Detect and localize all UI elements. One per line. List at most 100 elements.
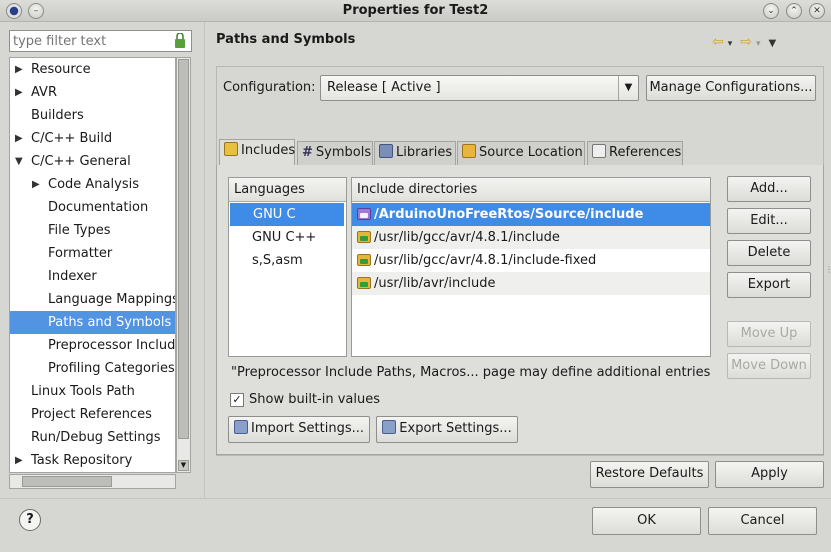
tree-item-label: Code Analysis bbox=[48, 177, 139, 192]
manage-configurations-button[interactable]: Manage Configurations... bbox=[646, 75, 816, 101]
property-nav-panel: ▶ Resource ▶ AVR Builders ▶ C/C++ Build ▼ C/C++ … bbox=[0, 23, 203, 498]
back-arrow-icon[interactable]: ⇦ bbox=[712, 34, 724, 50]
ok-button[interactable]: OK bbox=[592, 507, 701, 535]
add-button[interactable]: Add... bbox=[727, 176, 811, 202]
tree-item[interactable]: ▶ Code Analysis bbox=[10, 173, 175, 196]
tree-vertical-scrollbar[interactable]: ▼ bbox=[176, 57, 191, 473]
divider bbox=[0, 498, 831, 499]
hash-icon: # bbox=[302, 145, 313, 160]
forward-arrow-icon[interactable]: ⇨ bbox=[740, 34, 752, 50]
tree-item[interactable]: Language Mappings bbox=[10, 288, 175, 311]
forward-history-icon[interactable]: ▾ bbox=[756, 39, 761, 49]
window-title: Properties for Test2 bbox=[342, 3, 489, 18]
tree-item[interactable]: Paths and Symbols bbox=[10, 311, 175, 334]
include-path: /usr/lib/gcc/avr/4.8.1/include-fixed bbox=[374, 253, 597, 268]
import-settings-button[interactable]: Import Settings... bbox=[228, 416, 370, 443]
tree-item[interactable]: Project References bbox=[10, 403, 175, 426]
tree-item-label: File Types bbox=[48, 223, 111, 238]
tree-item[interactable]: Run/Debug Settings bbox=[10, 426, 175, 449]
export-button[interactable]: Export bbox=[727, 272, 811, 298]
tree-item-label: Builders bbox=[31, 108, 84, 123]
preprocessor-note: "Preprocessor Include Paths, Macros... p… bbox=[231, 365, 711, 380]
configuration-select[interactable]: Release [ Active ] ▼ bbox=[320, 75, 639, 101]
show-builtin-checkbox[interactable]: ✓ bbox=[230, 393, 244, 407]
collapsed-arrow-icon[interactable]: ▶ bbox=[15, 58, 23, 81]
include-directory-item[interactable]: /usr/lib/avr/include bbox=[352, 272, 710, 295]
tree-item[interactable]: ▶ Task Repository bbox=[10, 449, 175, 472]
include-directories-list[interactable]: Include directories /ArduinoUnoFreeRtos/… bbox=[351, 177, 711, 357]
library-icon bbox=[379, 144, 393, 158]
page-title: Paths and Symbols bbox=[216, 32, 356, 47]
scroll-down-icon[interactable]: ▼ bbox=[178, 460, 189, 471]
include-path: /usr/lib/avr/include bbox=[374, 276, 496, 291]
export-settings-button[interactable]: Export Settings... bbox=[376, 416, 518, 443]
property-tree[interactable]: ▶ Resource ▶ AVR Builders ▶ C/C++ Build ▼ C/C++ … bbox=[9, 57, 176, 473]
apply-button[interactable]: Apply bbox=[715, 461, 824, 488]
include-directory-item[interactable]: /usr/lib/gcc/avr/4.8.1/include bbox=[352, 226, 710, 249]
include-directory-item[interactable]: /ArduinoUnoFreeRtos/Source/include bbox=[352, 203, 710, 226]
view-menu-icon[interactable]: ▼ bbox=[769, 38, 777, 49]
window-maximize-button[interactable]: ⌃ bbox=[786, 3, 802, 19]
include-directory-item[interactable]: /usr/lib/gcc/avr/4.8.1/include-fixed bbox=[352, 249, 710, 272]
languages-list[interactable]: Languages GNU C GNU C++ s,S,asm bbox=[228, 177, 347, 357]
collapsed-arrow-icon[interactable]: ▶ bbox=[32, 173, 40, 196]
scroll-thumb[interactable] bbox=[22, 476, 112, 487]
collapsed-arrow-icon[interactable]: ▶ bbox=[15, 81, 23, 104]
collapsed-arrow-icon[interactable]: ▶ bbox=[15, 449, 23, 472]
tree-item[interactable]: Documentation bbox=[10, 196, 175, 219]
language-item[interactable]: s,S,asm bbox=[229, 249, 346, 272]
collapsed-arrow-icon[interactable]: ▶ bbox=[15, 127, 23, 150]
tree-item[interactable]: Linux Tools Path bbox=[10, 380, 175, 403]
filter-input[interactable] bbox=[10, 31, 170, 51]
tree-item-label: Profiling Categories bbox=[48, 361, 175, 376]
move-down-button[interactable]: Move Down bbox=[727, 353, 811, 379]
language-item[interactable]: GNU C bbox=[230, 203, 344, 226]
references-icon bbox=[592, 144, 606, 158]
expanded-arrow-icon[interactable]: ▼ bbox=[15, 150, 23, 173]
languages-header[interactable]: Languages bbox=[229, 178, 346, 202]
tree-item[interactable]: ▼ C/C++ General bbox=[10, 150, 175, 173]
back-history-icon[interactable]: ▾ bbox=[728, 39, 733, 49]
resize-grip-icon[interactable]: ⋮ bbox=[825, 265, 831, 274]
tree-item[interactable]: Profiling Categories bbox=[10, 357, 175, 380]
help-button[interactable]: ? bbox=[19, 509, 41, 531]
tab-references[interactable]: References bbox=[587, 141, 683, 165]
include-folder-icon bbox=[357, 277, 371, 289]
edit-button[interactable]: Edit... bbox=[727, 208, 811, 234]
show-builtin-label[interactable]: Show built-in values bbox=[249, 392, 380, 407]
tree-horizontal-scrollbar[interactable] bbox=[9, 474, 176, 489]
tree-item[interactable]: Preprocessor Includ bbox=[10, 334, 175, 357]
tab-symbols[interactable]: # Symbols bbox=[297, 141, 373, 165]
tree-item-label: Paths and Symbols bbox=[48, 315, 172, 330]
window-close-button[interactable]: ✕ bbox=[809, 3, 825, 19]
move-up-button[interactable]: Move Up bbox=[727, 321, 811, 347]
filter-field[interactable] bbox=[9, 30, 192, 52]
restore-defaults-button[interactable]: Restore Defaults bbox=[590, 461, 709, 488]
cancel-button[interactable]: Cancel bbox=[708, 507, 817, 535]
tree-item-label: Run/Debug Settings bbox=[31, 430, 161, 445]
tree-item[interactable]: Builders bbox=[10, 104, 175, 127]
tab-source-location[interactable]: Source Location bbox=[457, 141, 585, 165]
includes-icon bbox=[224, 142, 238, 156]
tree-item-label: Task Repository bbox=[31, 453, 133, 468]
import-icon bbox=[234, 420, 248, 434]
dropdown-arrow-icon[interactable]: ▼ bbox=[618, 76, 638, 100]
tree-item-label: C/C++ Build bbox=[31, 131, 113, 146]
clear-filter-icon[interactable] bbox=[173, 33, 187, 49]
tree-item-label: Linux Tools Path bbox=[31, 384, 135, 399]
language-item[interactable]: GNU C++ bbox=[229, 226, 346, 249]
tab-libraries[interactable]: Libraries bbox=[374, 141, 456, 165]
delete-button[interactable]: Delete bbox=[727, 240, 811, 266]
tree-item[interactable]: File Types bbox=[10, 219, 175, 242]
tree-item[interactable]: Formatter bbox=[10, 242, 175, 265]
window-minimize-button[interactable]: ⌄ bbox=[763, 3, 779, 19]
divider bbox=[204, 22, 205, 498]
tree-item[interactable]: ▶ C/C++ Build bbox=[10, 127, 175, 150]
tree-item[interactable]: Indexer bbox=[10, 265, 175, 288]
tree-item[interactable]: ▶ Resource bbox=[10, 58, 175, 81]
tab-includes[interactable]: Includes bbox=[219, 139, 295, 166]
tree-item-label: Resource bbox=[31, 62, 91, 77]
tree-item[interactable]: ▶ AVR bbox=[10, 81, 175, 104]
include-directories-header[interactable]: Include directories bbox=[352, 178, 710, 202]
scroll-thumb[interactable] bbox=[178, 59, 189, 439]
